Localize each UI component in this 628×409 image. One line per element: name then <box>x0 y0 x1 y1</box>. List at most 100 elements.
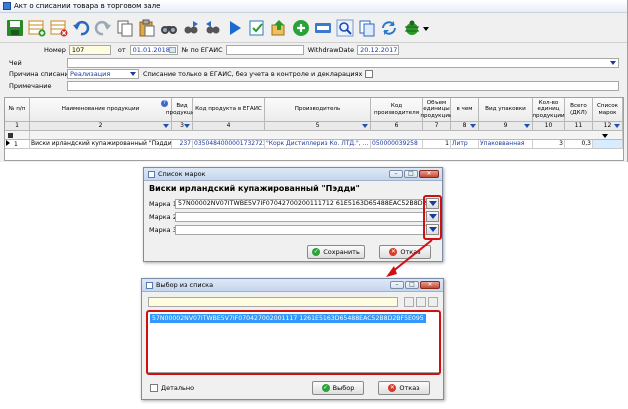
check-button[interactable] <box>246 17 267 39</box>
copy-button[interactable] <box>114 17 135 39</box>
cell-total[interactable]: 0,3 <box>565 140 593 149</box>
cell-pack[interactable]: Упаковванная <box>479 140 533 149</box>
col-header-total[interactable]: Всего (ДКЛ) <box>565 98 593 122</box>
paste-icon <box>139 19 154 36</box>
refresh-button[interactable] <box>378 17 399 39</box>
filter-options-icon[interactable] <box>416 297 426 307</box>
cell-volume[interactable]: 1 <box>423 140 451 149</box>
marks-dialog-heading: Виски ирландский купажированный "Пэдди" <box>149 184 360 193</box>
find-prev-button[interactable] <box>202 17 223 39</box>
cancel-button[interactable]: ✕ Отказ <box>379 245 431 259</box>
copy-doc-button[interactable] <box>356 17 377 39</box>
close-button[interactable]: ✕ <box>419 170 439 178</box>
cell-qty[interactable]: 3 <box>533 140 565 149</box>
table-row-pointer[interactable]: 1 <box>5 140 30 149</box>
app-icon <box>3 2 11 10</box>
cell-producer-code[interactable]: 050000039258 <box>371 140 423 149</box>
cell-unit[interactable]: Литр <box>451 140 479 149</box>
egais-number-label: № по ЕГАИС <box>181 46 223 54</box>
filter-icon[interactable] <box>470 124 476 128</box>
reason-select[interactable]: Реализация <box>67 69 139 79</box>
col-header-name[interactable]: Наименование продукции ? <box>30 98 172 122</box>
run-button[interactable] <box>224 17 245 39</box>
whose-field[interactable] <box>67 58 619 68</box>
paste-button[interactable] <box>136 17 157 39</box>
egais-only-label: Списание только в ЕГАИС, без учета в кон… <box>143 70 363 78</box>
redo-button[interactable] <box>92 17 113 39</box>
chevron-down-icon[interactable] <box>602 134 608 138</box>
col-header-unit[interactable]: в чем <box>451 98 479 122</box>
main-titlebar: Акт о списании товара в торговом зале <box>0 0 627 13</box>
ok-icon: ✓ <box>321 384 330 392</box>
cancel-icon: ✕ <box>389 248 398 256</box>
filter-input[interactable] <box>148 297 398 307</box>
egais-number-field[interactable] <box>225 45 304 55</box>
filter-clear-icon[interactable] <box>404 297 414 307</box>
withdraw-date-field[interactable]: 20.12.2017 <box>357 45 400 55</box>
filter-row[interactable] <box>30 131 623 140</box>
col-header-qty[interactable]: Кол-во единиц продукции <box>532 98 565 122</box>
col-header-producer-code[interactable]: Код производителя <box>371 98 423 122</box>
redo-icon <box>94 20 111 35</box>
date-field[interactable]: 01.01.2018 <box>129 45 178 55</box>
mark3-field[interactable] <box>175 225 439 235</box>
filter-cell[interactable] <box>5 131 30 140</box>
minimize-button[interactable]: – <box>390 281 404 289</box>
detail-toggle[interactable]: Детально <box>150 384 194 392</box>
add-button[interactable] <box>290 17 311 39</box>
add-row-button[interactable] <box>26 17 47 39</box>
col-header-kind[interactable]: Вид продукции <box>166 98 198 122</box>
find-next-button[interactable] <box>180 17 201 39</box>
export-button[interactable] <box>268 17 289 39</box>
col-header-volume[interactable]: Объем единицы продукции <box>420 98 453 122</box>
main-window: Акт о списании товара в торговом зале Но… <box>0 0 628 162</box>
dialog-icon <box>148 170 155 178</box>
col-number: 7 <box>423 122 451 131</box>
delete-row-button[interactable] <box>48 17 69 39</box>
undo-button[interactable] <box>70 17 91 39</box>
chevron-down-icon[interactable] <box>130 72 136 76</box>
note-field[interactable] <box>67 81 619 91</box>
zoom-button[interactable] <box>334 17 355 39</box>
chevron-down-icon[interactable] <box>610 61 616 65</box>
find-next-icon <box>184 20 198 33</box>
egais-only-checkbox[interactable] <box>365 70 374 78</box>
cell-kind[interactable]: 237 <box>172 140 193 149</box>
maximize-button[interactable]: □ <box>405 281 419 289</box>
col-header-marks[interactable]: Список марок <box>593 98 623 122</box>
cell-marks[interactable] <box>593 140 623 149</box>
save-button[interactable] <box>4 17 25 39</box>
filter-search-icon[interactable] <box>428 297 438 307</box>
number-field[interactable]: 107 <box>68 45 111 55</box>
cell-producer[interactable]: "Корк Дистиллериз Ко. ЛТД.", … <box>265 140 371 149</box>
date-value: 01.01.2018 <box>132 46 170 54</box>
maximize-button[interactable]: □ <box>404 170 418 178</box>
detail-checkbox[interactable] <box>150 384 158 392</box>
mark1-label: Марка 1 <box>149 200 177 208</box>
filter-icon[interactable] <box>184 124 190 128</box>
find-button[interactable] <box>158 17 179 39</box>
cell-egais-code[interactable]: 0350484000001732723 <box>193 140 265 149</box>
field-button[interactable] <box>312 17 333 39</box>
cell-name[interactable]: Виски ирландский купажированный "Пэдди" <box>30 140 172 149</box>
debug-menu-button[interactable] <box>400 17 434 39</box>
col-header-producer[interactable]: Производитель <box>265 98 371 122</box>
close-button[interactable]: ✕ <box>420 281 440 289</box>
col-header-n[interactable]: № п/п <box>5 98 30 122</box>
filter-icon[interactable] <box>524 124 530 128</box>
col-number: 1 <box>5 122 30 131</box>
col-header-pack[interactable]: Вид упаковки <box>479 98 533 122</box>
filter-icon[interactable] <box>362 124 368 128</box>
filter-icon[interactable] <box>614 124 620 128</box>
minimize-button[interactable]: – <box>389 170 403 178</box>
select-button[interactable]: ✓ Выбор <box>312 381 364 395</box>
cancel-button[interactable]: ✕ Отказ <box>378 381 430 395</box>
dialog-icon <box>146 281 153 289</box>
save-button[interactable]: ✓ Сохранить <box>307 245 365 259</box>
col-header-egais-code[interactable]: Код продукта в ЕГАИС <box>193 98 265 122</box>
filter-icon[interactable] <box>163 124 169 128</box>
mark2-field[interactable] <box>175 212 439 222</box>
mark1-field[interactable]: 57N00002NV07ITWBE5V7IF07042700200111712 … <box>175 199 439 209</box>
calendar-icon[interactable] <box>168 47 176 53</box>
number-label: Номер <box>44 46 66 54</box>
